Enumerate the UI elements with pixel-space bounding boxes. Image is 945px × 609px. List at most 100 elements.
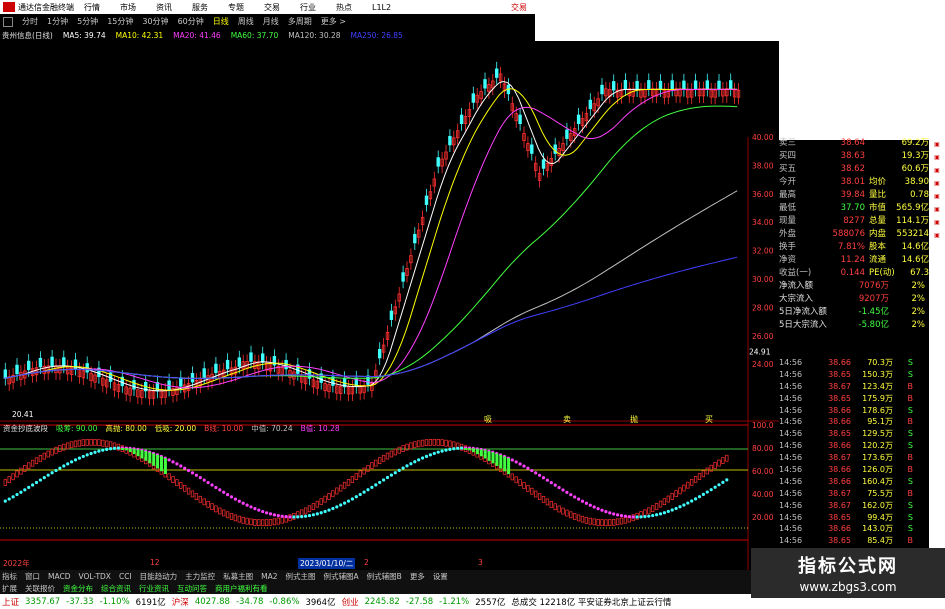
menu-item-4[interactable]: 专题 <box>228 3 244 12</box>
tick-time: 14:56 <box>779 441 803 451</box>
info-tab-3[interactable]: 综合资讯 <box>101 583 131 594</box>
indicator-tab-2[interactable]: MACD <box>48 572 70 581</box>
period-tab-10[interactable]: 更多 > <box>321 16 346 27</box>
quote-label: 现量 <box>779 216 797 226</box>
info-tab-6[interactable]: 商用户福利有看 <box>215 583 268 594</box>
sidebar-icon-8[interactable]: ▣ <box>934 232 940 239</box>
menu-item-2[interactable]: 资讯 <box>156 3 172 12</box>
tick-volume: 120.2万 <box>862 441 893 451</box>
menu-item-0[interactable]: 行情 <box>84 3 100 12</box>
sidebar-icon-6[interactable]: ▣ <box>934 206 940 213</box>
candle-body <box>658 80 663 91</box>
index-name[interactable]: 上证 <box>2 596 19 608</box>
index-name[interactable]: 沪深 <box>172 596 189 608</box>
menu-item-7[interactable]: 热点 <box>336 3 352 12</box>
quote-value-2: 565.9亿 <box>896 203 929 213</box>
indicator-dot <box>233 497 237 501</box>
indicator-tab-4[interactable]: CCI <box>119 572 132 581</box>
period-tab-6[interactable]: 日线 <box>213 16 229 27</box>
quote-label: 卖三 <box>779 138 797 148</box>
sidebar-icon-2[interactable]: ▣ <box>934 154 940 161</box>
candle-body <box>62 357 66 367</box>
tick-price: 38.66 <box>828 524 851 534</box>
sidebar-icon-7[interactable]: ▣ <box>934 219 940 226</box>
indicator-tab-11[interactable]: 例式辅图B <box>367 571 402 582</box>
price-axis-label: 24.00 <box>752 360 774 369</box>
indicator-tab-3[interactable]: VOL-TDX <box>78 572 110 581</box>
period-tab-4[interactable]: 30分钟 <box>142 16 168 27</box>
quote-value: 38.63 <box>840 151 865 161</box>
sidebar-icon-5[interactable]: ▣ <box>934 193 940 200</box>
indicator-axis-label: 60.00 <box>752 467 774 476</box>
candle-body <box>132 380 136 390</box>
menu-item-6[interactable]: 行业 <box>300 3 316 12</box>
info-tab-4[interactable]: 行业资讯 <box>139 583 169 594</box>
checkbox-icon[interactable] <box>3 16 13 27</box>
indicator-dot <box>288 515 292 519</box>
candle-body <box>436 157 440 167</box>
info-tab-5[interactable]: 互动问答 <box>177 583 207 594</box>
indicator-dot <box>171 460 175 464</box>
indicator-dot <box>358 492 362 497</box>
indicator-tab-10[interactable]: 例式辅图A <box>324 571 359 582</box>
tick-side: S <box>907 512 913 522</box>
info-tab-2[interactable]: 资金分布 <box>63 583 93 594</box>
indicator-dot <box>268 512 273 516</box>
kline-chart[interactable]: 吸卖抛买100.080.0060.0040.0020.00 40.0038.00… <box>0 41 779 571</box>
tick-price: 38.66 <box>828 358 851 367</box>
flow-label: 净流入额 <box>779 281 814 291</box>
trade-button[interactable]: 交易 <box>511 2 527 13</box>
info-tab-0[interactable]: 扩展 <box>2 583 17 594</box>
candle-body <box>693 80 698 90</box>
menu-item-3[interactable]: 服务 <box>192 3 208 12</box>
indicator-dot <box>674 506 678 511</box>
indicator-dot <box>662 511 667 515</box>
tick-side: B <box>907 465 914 475</box>
indicator-tab-0[interactable]: 指标 <box>2 571 17 582</box>
menu-item-8[interactable]: L1L2 <box>372 3 391 12</box>
indicator-tab-12[interactable]: 更多 <box>410 571 425 582</box>
indicator-label-3: B线: 10.00 <box>204 423 244 433</box>
period-tab-9[interactable]: 多周期 <box>288 16 312 27</box>
indicator-dot <box>658 512 663 516</box>
quote-label-2: 总量 <box>869 216 887 226</box>
indicator-tab-1[interactable]: 窗口 <box>25 571 40 582</box>
indicator-fill <box>491 452 495 464</box>
indicator-tab-9[interactable]: 例式主图 <box>286 571 316 582</box>
candle-body <box>600 84 604 95</box>
menu-item-5[interactable]: 交易 <box>264 3 280 12</box>
indicator-dot <box>639 515 643 519</box>
indicator-dot <box>276 514 280 518</box>
sidebar-icon-3[interactable]: ▣ <box>934 167 940 174</box>
period-tab-2[interactable]: 5分钟 <box>77 16 98 27</box>
indicator-tab-5[interactable]: 目能趋动力 <box>140 571 178 582</box>
sidebar-icon-4[interactable]: ▣ <box>934 180 940 187</box>
indicator-dot <box>175 462 179 466</box>
indicator-dot <box>545 478 550 482</box>
period-tab-8[interactable]: 月线 <box>263 16 279 27</box>
indicator-tab-6[interactable]: 主力监控 <box>185 571 215 582</box>
sidebar-icon-1[interactable]: ▣ <box>934 141 940 148</box>
period-tab-5[interactable]: 60分钟 <box>178 16 204 27</box>
period-tab-3[interactable]: 15分钟 <box>107 16 133 27</box>
tick-price: 38.67 <box>828 453 851 463</box>
indicator-dot <box>272 513 276 517</box>
indicator-tab-13[interactable]: 设置 <box>433 571 448 582</box>
index-value: 4027.88 <box>194 596 230 607</box>
indicator-fill <box>148 452 152 464</box>
tick-time: 14:56 <box>779 417 803 427</box>
indicator-dot <box>401 466 405 470</box>
period-tab-0[interactable]: 分时 <box>22 16 38 27</box>
info-tab-1[interactable]: 关联报价 <box>25 583 55 594</box>
main-menu: 行情 市场 资讯 服务 专题 交易 行业 热点 L1L2 <box>74 2 401 13</box>
candle-body <box>647 80 651 90</box>
period-tab-1[interactable]: 1分钟 <box>47 16 68 27</box>
indicator-tab-8[interactable]: MA2 <box>261 572 277 581</box>
menu-item-1[interactable]: 市场 <box>120 3 136 12</box>
indicator-name[interactable]: 资金抄底波段 <box>3 423 48 434</box>
indicator-dot <box>284 515 288 519</box>
index-name[interactable]: 创业 <box>342 596 359 608</box>
indicator-tab-7[interactable]: 私募主图 <box>223 571 253 582</box>
period-tab-7[interactable]: 周线 <box>238 16 254 27</box>
quote-value: 11.24 <box>840 255 865 265</box>
